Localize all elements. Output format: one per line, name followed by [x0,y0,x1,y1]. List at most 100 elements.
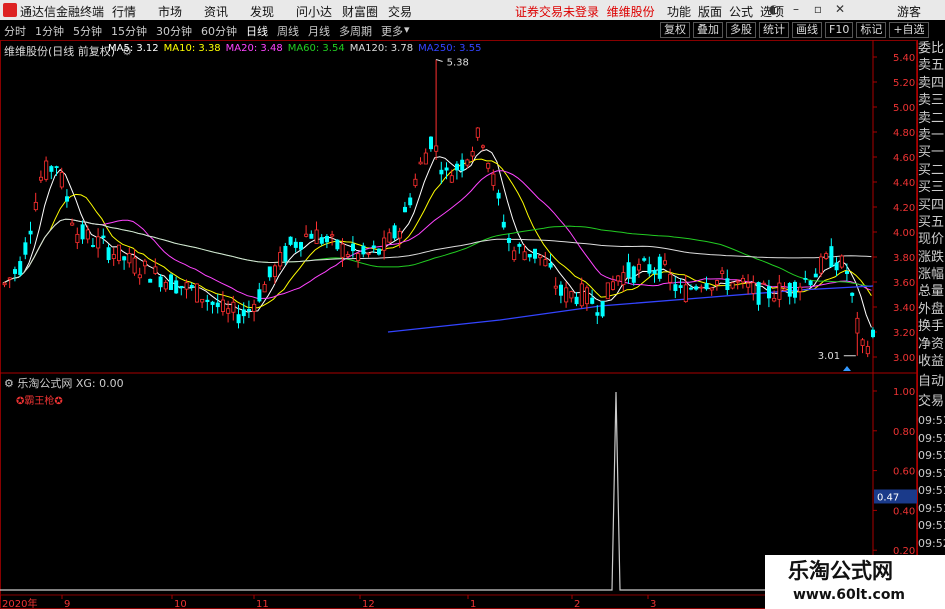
candle-body [543,259,548,267]
menu-wealth[interactable]: 财富圈 [342,3,388,20]
candle-body [137,274,142,279]
date-axis-label: 11 [256,599,269,609]
candle-body [194,283,199,303]
candle-body [798,286,803,292]
period-tab-3[interactable]: 15分钟 [111,23,147,39]
candle-body [423,152,428,165]
candle-body [600,301,605,317]
tool-button-7[interactable]: +自选 [889,22,929,38]
menu-ask[interactable]: 问小达 [296,3,342,20]
candle-body [475,127,480,138]
tick-time-5: 09:51 [918,501,945,515]
ma-line-10 [2,158,872,309]
period-tab-1[interactable]: 1分钟 [35,23,64,39]
tool-button-6[interactable]: 标记 [856,22,887,38]
menu-market[interactable]: 市场 [158,3,204,20]
candle-body [621,272,626,286]
candle-body [855,317,860,334]
quote-label-3: 卖三 [918,93,945,109]
tool-button-0[interactable]: 复权 [660,22,690,38]
candle-body [402,206,407,213]
candle-body [819,256,824,274]
period-tab-6[interactable]: 日线 [246,23,268,39]
candle-body [751,282,756,294]
low-label: 3.01 [818,351,840,362]
quote-label-6: 买一 [918,145,945,161]
period-tab-5[interactable]: 60分钟 [201,23,237,39]
candle-body [548,262,553,268]
candle-body [512,250,517,260]
candle-body [730,282,735,289]
candle-body [408,197,413,206]
watermark-url: www.60lt.com [793,587,906,603]
period-tab-8[interactable]: 月线 [308,23,330,39]
tool-button-2[interactable]: 多股 [726,22,756,38]
tool-button-1[interactable]: 叠加 [693,22,723,38]
candle-body [673,284,678,291]
period-bar: 分时 1分钟 5分钟 15分钟 30分钟 60分钟 日线 周线 月线 多周期 更多 ▾ 复权 叠加 多股统… [0,20,945,41]
quote-panel: 委比 卖五 卖四 卖三 卖二 卖一 买一 买二 买三 买四 买五 现价 涨跌 涨幅 总量 外盘 换手 净资 收益 自… [917,40,945,609]
menu-discover[interactable]: 发现 [250,3,296,20]
tool-button-4[interactable]: 画线 [792,22,822,38]
ma-line-5 [2,149,872,328]
candle-body [387,232,392,243]
candle-body [678,285,683,288]
period-tab-9[interactable]: 多周期 [339,23,372,39]
period-tab-0[interactable]: 分时 [4,23,26,39]
restore-icon[interactable]: ▫ [810,2,826,16]
candle-body [158,276,163,288]
quote-label-9: 买四 [918,197,945,213]
candle-body [54,166,59,168]
skin-icon[interactable]: ◐ [766,2,782,16]
close-icon[interactable]: ✕ [832,2,848,16]
trade-login-notice[interactable]: 证券交易未登录 维维股份 [515,3,655,20]
tool-button-5[interactable]: F10 [825,22,854,38]
period-tab-10[interactable]: 更多 [381,23,403,39]
period-tab-4[interactable]: 30分钟 [156,23,192,39]
more-dropdown-icon[interactable]: ▾ [404,23,410,39]
candle-body [236,314,241,324]
candle-body [611,281,616,290]
candle-body [168,274,173,290]
candle-body [7,277,12,280]
auto-trade-label-1[interactable]: 交易 [918,392,945,412]
tool-button-3[interactable]: 统计 [759,22,789,38]
price-axis-label: 3.80 [893,253,915,264]
minimize-icon[interactable]: – [788,2,804,16]
candle-body [91,245,96,247]
menu-quotes[interactable]: 行情 [112,3,158,20]
candle-body [101,235,106,238]
ma-legend-0: MA5: 3.12 [108,43,159,54]
candle-body [184,282,189,290]
period-tab-2[interactable]: 5分钟 [73,23,102,39]
period-tab-7[interactable]: 周线 [277,23,299,39]
candle-body [663,260,668,265]
candle-body [371,245,376,249]
quote-label-18: 收益 [918,354,945,370]
user-guest[interactable]: 游客 [897,3,921,20]
menu-formula[interactable]: 公式 [729,3,760,20]
candle-body [725,278,730,291]
candle-body [824,253,829,259]
candle-body [44,160,49,180]
candle-body [553,285,558,289]
candle-body [96,236,101,249]
candle-body [605,282,610,300]
quote-label-13: 涨幅 [918,267,945,283]
menu-trade[interactable]: 交易 [388,3,434,20]
candle-body [871,329,876,338]
menu-news[interactable]: 资讯 [204,3,250,20]
candle-body [689,287,694,290]
menu-layout[interactable]: 版面 [698,3,729,20]
indicator-gear-icon[interactable]: ⚙ [4,377,14,390]
candle-body [850,292,855,296]
candle-body [506,238,511,243]
candle-body [12,269,17,274]
auto-trade-label-0[interactable]: 自动 [918,372,945,392]
candle-body [616,275,621,282]
quote-label-15: 外盘 [918,301,945,317]
menu-function[interactable]: 功能 [667,3,698,20]
candle-body [647,264,652,274]
chart-area[interactable]: 5.40 5.20 5.00 4.80 4.60 4.40 4.20 4.00 3.80 3.60… [0,40,917,609]
candle-body [813,273,818,278]
